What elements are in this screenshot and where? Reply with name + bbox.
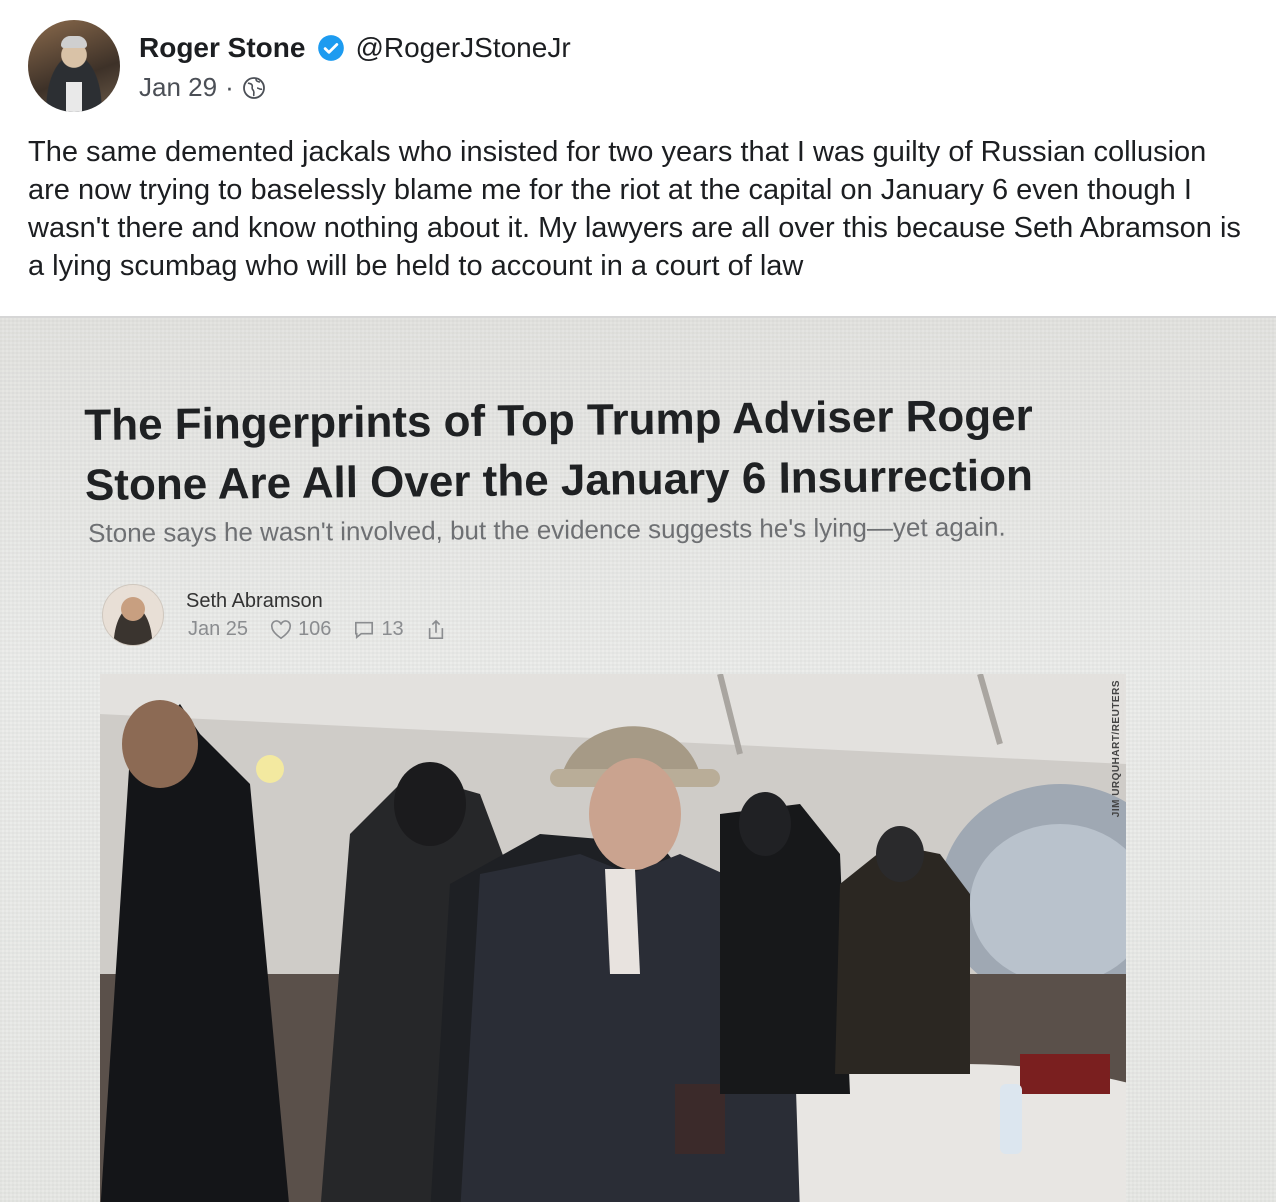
- author-line: Roger Stone @RogerJStoneJr: [139, 32, 571, 64]
- heart-icon: [271, 619, 292, 639]
- avatar[interactable]: [28, 20, 120, 112]
- byline-author: Seth Abramson: [186, 590, 323, 612]
- article-title: The Fingerprints of Top Trump Adviser Ro…: [84, 391, 1034, 510]
- post-photo[interactable]: The Fingerprints of Top Trump Adviser Ro…: [0, 316, 1276, 1202]
- byline-date: Jan 25: [188, 618, 249, 640]
- like-count: 106: [298, 618, 332, 640]
- comment-count: 13: [381, 618, 404, 640]
- post-header: Roger Stone @RogerJStoneJr Jan 29 ·: [28, 20, 1248, 112]
- author-name[interactable]: Roger Stone: [139, 32, 305, 64]
- tent-scene: [100, 674, 1126, 1202]
- byline-meta: Jan 25 106 13: [188, 618, 446, 641]
- verified-badge-icon: [318, 35, 345, 61]
- post-text: The same demented jackals who insisted f…: [28, 136, 1241, 282]
- comment-icon: [355, 621, 374, 639]
- post-meta: Jan 29 ·: [139, 72, 266, 103]
- share-icon: [428, 619, 443, 639]
- photo-credit: JIM URQUHART/REUTERS: [1111, 680, 1122, 818]
- author-handle[interactable]: @RogerJStoneJr: [355, 32, 570, 64]
- post-date[interactable]: Jan 29: [139, 72, 217, 103]
- meta-separator: ·: [225, 72, 234, 102]
- article-photo: JIM URQUHART/REUTERS: [100, 674, 1126, 1202]
- byline-avatar: [102, 584, 164, 646]
- globe-icon: [242, 76, 265, 99]
